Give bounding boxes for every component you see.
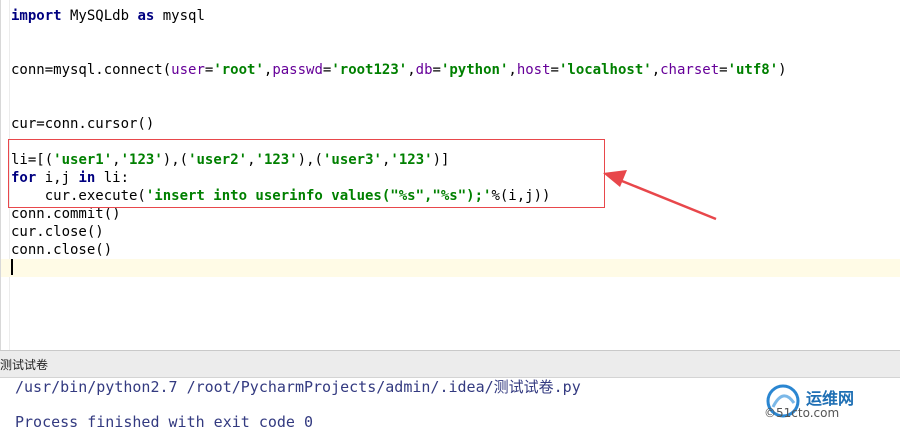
code-token: = (550, 62, 559, 78)
run-tab-title[interactable]: 测试试卷 (0, 356, 48, 373)
code-token: cur.close() (11, 224, 104, 240)
code-token: 'root123' (331, 62, 408, 78)
run-command-line: /usr/bin/python2.7 /root/PycharmProjects… (15, 378, 581, 396)
code-token: conn=mysql.connect( (11, 62, 172, 78)
code-token: charset (660, 62, 720, 78)
code-token: = (432, 62, 441, 78)
code-token: 'python' (440, 62, 509, 78)
code-token: ) (778, 62, 787, 78)
code-token: 'utf8' (727, 62, 779, 78)
annotation-highlight-box (8, 139, 605, 208)
annotation-arrow-icon (603, 170, 717, 221)
code-token: 'root' (213, 62, 264, 78)
code-token: , (407, 62, 416, 78)
run-panel-header[interactable]: 测试试卷 (0, 350, 900, 378)
code-token: conn.commit() (11, 206, 121, 222)
code-token: host (516, 62, 551, 78)
code-line-import[interactable]: import MySQLdb as mysql (11, 7, 205, 25)
code-token: mysql (154, 8, 205, 24)
exit-message: Process finished with exit code 0 (15, 413, 314, 431)
code-token: cur=conn.cursor() (11, 116, 155, 132)
code-token: as (137, 8, 155, 24)
watermark: 运维网 ©51cto.com (764, 383, 896, 427)
code-line-cur-close[interactable]: cur.close() (11, 223, 104, 241)
code-token: MySQLdb (61, 8, 138, 24)
code-editor[interactable]: import MySQLdb as mysql conn=mysql.conne… (0, 0, 900, 350)
code-token: user (171, 62, 205, 78)
watermark-sub: ©51cto.com (764, 406, 840, 420)
code-token: db (415, 62, 433, 78)
text-caret (11, 259, 13, 275)
code-line-connect[interactable]: conn=mysql.connect(user = 'root', passwd = 'r… (11, 61, 787, 79)
code-token: passwd (272, 62, 323, 78)
code-line-conn-close[interactable]: conn.close() (11, 241, 112, 259)
code-token: = (719, 62, 728, 78)
code-token: 'localhost' (558, 62, 652, 78)
code-token: import (11, 8, 62, 24)
code-line-cursor[interactable]: cur=conn.cursor() (11, 115, 154, 133)
code-token: , (508, 62, 517, 78)
code-token: conn.close() (11, 242, 113, 258)
code-token: , (651, 62, 661, 78)
current-line-highlight (1, 259, 900, 277)
